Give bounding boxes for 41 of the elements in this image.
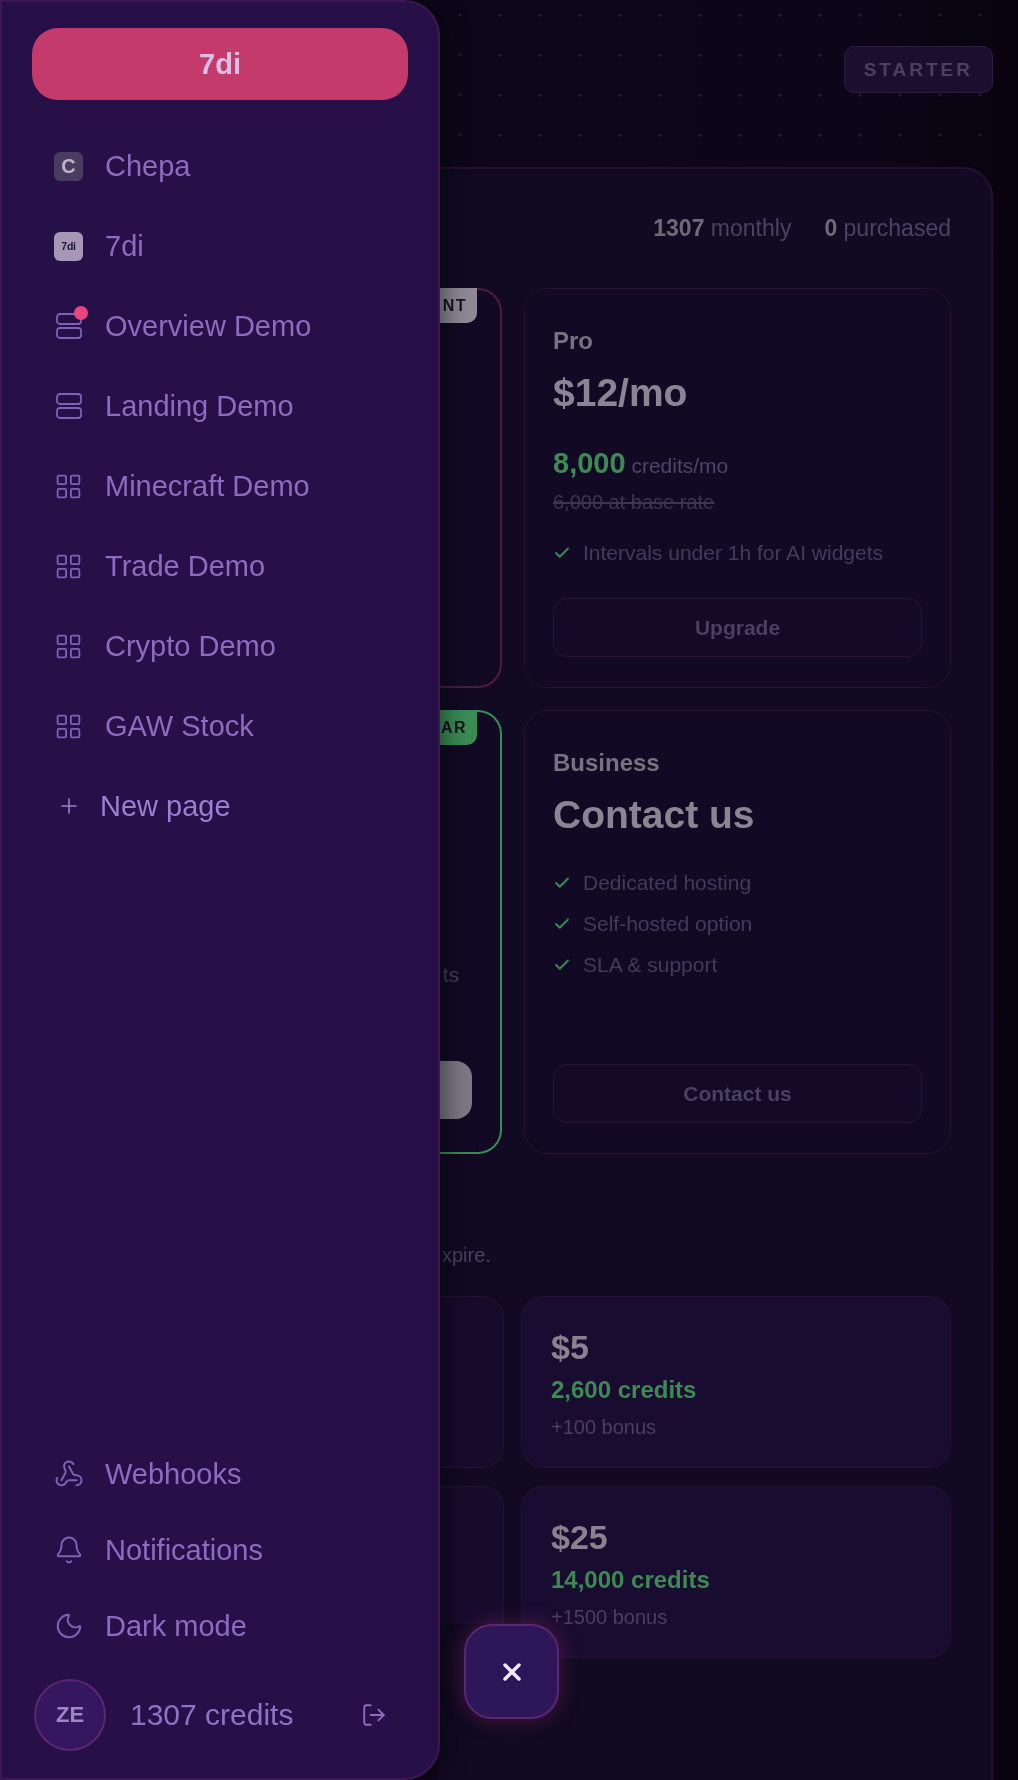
- page-link[interactable]: 7di 7di: [54, 222, 144, 270]
- nav-link[interactable]: Notifications: [54, 1526, 263, 1574]
- new-page-link[interactable]: New page: [54, 782, 231, 830]
- page-link[interactable]: C Chepa: [54, 142, 191, 190]
- logout-icon[interactable]: [361, 1702, 387, 1728]
- stat-text: 0 purchased: [824, 214, 951, 242]
- plan-button[interactable]: [440, 1061, 472, 1119]
- plan-price: Contact us: [553, 793, 756, 837]
- bell-icon: [54, 1535, 84, 1565]
- page-link[interactable]: Overview Demo: [54, 302, 312, 350]
- moon-icon: [54, 1611, 84, 1641]
- page-link[interactable]: Trade Demo: [54, 542, 266, 590]
- plan-price: $12/mo: [553, 371, 689, 415]
- page-link[interactable]: GAW Stock: [54, 702, 254, 750]
- nav-link[interactable]: Dark mode: [54, 1602, 247, 1650]
- note-text: xpire.: [441, 1243, 492, 1268]
- plan-name: Pro: [553, 327, 594, 355]
- plan-badge: NT: [440, 288, 477, 323]
- pack-credits: 2,600 credits: [551, 1375, 697, 1405]
- webhook-icon: [54, 1459, 84, 1489]
- page-link[interactable]: Landing Demo: [54, 382, 294, 430]
- credits-text: 1307 credits: [130, 1698, 294, 1732]
- logo-tile: 7di: [54, 231, 83, 261]
- close-button[interactable]: [464, 1624, 559, 1719]
- pack-price: $5: [551, 1327, 589, 1367]
- credit-amount: 8,000 credits/mo: [553, 447, 730, 481]
- pack-credits: 14,000 credits: [551, 1565, 710, 1595]
- stat-text: 1307 monthly: [653, 214, 792, 242]
- plan-name: Business: [553, 749, 661, 777]
- user-avatar: ZE: [34, 1679, 106, 1751]
- workspace-button[interactable]: 7di: [32, 28, 408, 100]
- page-link[interactable]: Crypto Demo: [54, 622, 276, 670]
- initial-tile: C: [54, 151, 83, 181]
- pack-card[interactable]: [440, 1486, 504, 1624]
- page-link[interactable]: Minecraft Demo: [54, 462, 310, 510]
- pack-price: $25: [551, 1517, 608, 1557]
- rows-icon: [55, 313, 82, 339]
- nav-link[interactable]: Webhooks: [54, 1450, 242, 1498]
- rows-icon: [55, 393, 82, 419]
- pack-card[interactable]: [440, 1296, 504, 1468]
- plan-badge: AR: [440, 710, 477, 745]
